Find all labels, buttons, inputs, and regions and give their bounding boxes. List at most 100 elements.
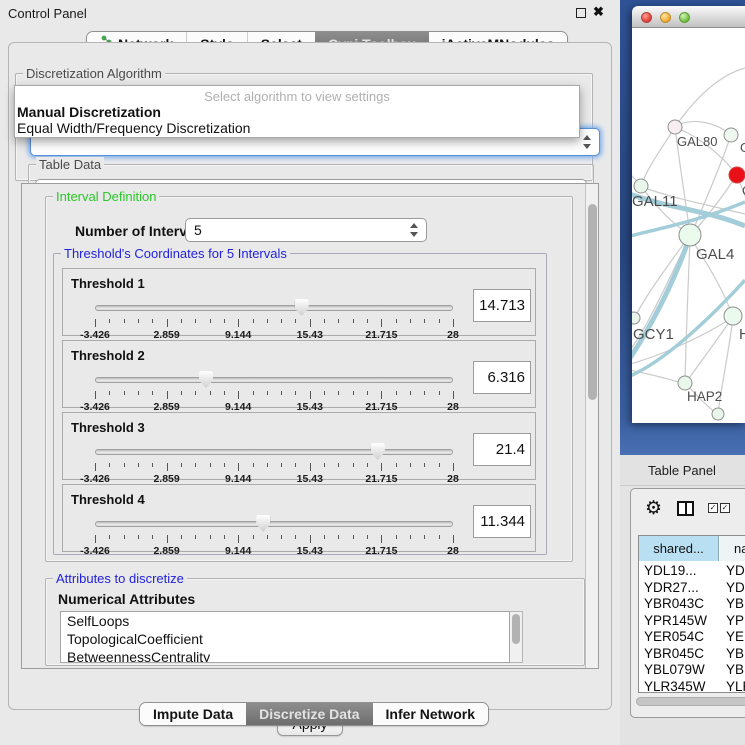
table-row[interactable]: YBR043CYBR0: [639, 596, 745, 613]
tab-discretize-data[interactable]: Discretize Data: [246, 703, 372, 725]
tick-mark: [396, 463, 397, 467]
column-selector-icon[interactable]: [677, 501, 694, 516]
table-panel: ⚙ ✓ ✓ shared... na YDL19...YDL1YDR27...Y…: [630, 488, 745, 718]
tick-mark: [281, 535, 282, 539]
tick-mark: [439, 463, 440, 467]
table-horizontal-scrollbar[interactable]: [636, 697, 745, 706]
close-traffic-light-icon[interactable]: [641, 12, 652, 23]
network-node-gal80[interactable]: [668, 120, 682, 134]
tick-mark: [324, 463, 325, 467]
network-node-hap2[interactable]: [678, 376, 692, 390]
table-row[interactable]: YLR345WYLR3: [639, 679, 745, 694]
network-edge[interactable]: [685, 239, 690, 382]
slider-thumb-icon[interactable]: [256, 515, 270, 532]
tick-mark: [281, 391, 282, 395]
table-row[interactable]: YBR045CYBR0: [639, 646, 745, 663]
slider-thumb-icon[interactable]: [371, 443, 385, 460]
threshold-slider[interactable]: -3.4262.8599.14415.4321.71528: [95, 515, 453, 549]
network-edge[interactable]: [675, 122, 731, 135]
threshold-slider[interactable]: -3.4262.8599.14415.4321.71528: [95, 371, 453, 405]
network-node-gal11[interactable]: [634, 179, 648, 193]
float-window-icon[interactable]: [576, 8, 586, 18]
network-node-h[interactable]: [724, 307, 742, 325]
checkbox-icon: ✓: [708, 503, 718, 513]
list-item[interactable]: BetweennessCentrality: [61, 648, 509, 663]
tab-infer-network[interactable]: Infer Network: [373, 703, 488, 725]
slider-ticks: [95, 319, 453, 327]
threshold-label: Threshold 3: [71, 420, 145, 435]
table-row[interactable]: YBL079WYBL0: [639, 662, 745, 679]
slider-track: [95, 305, 453, 311]
dropdown-item-equal-width-frequency[interactable]: Equal Width/Frequency Discretization: [15, 120, 579, 136]
tick-mark: [138, 463, 139, 467]
number-of-intervals-combo[interactable]: 5: [185, 218, 427, 242]
network-node-gal4[interactable]: [679, 224, 701, 246]
cell-name: YDR2: [726, 580, 745, 597]
threshold-value-field[interactable]: 6.316: [473, 361, 531, 394]
minimize-traffic-light-icon[interactable]: [660, 12, 671, 23]
tick-mark: [453, 535, 454, 543]
tick-mark: [381, 319, 382, 327]
threshold-value-field[interactable]: 14.713: [473, 289, 531, 322]
control-panel-titlebar: Control Panel ✖: [0, 0, 620, 26]
threshold-slider[interactable]: -3.4262.8599.14415.4321.71528: [95, 443, 453, 477]
list-item[interactable]: SelfLoops: [61, 612, 509, 630]
close-icon[interactable]: ✖: [593, 4, 604, 20]
network-canvas[interactable]: GAL80GACGAL11GAL4GCY1HHAP2: [632, 28, 745, 423]
threshold-value-field[interactable]: 21.4: [473, 433, 531, 466]
node-label: HAP2: [687, 389, 722, 404]
table-row[interactable]: YPR145WYPR1: [639, 613, 745, 630]
network-edge[interactable]: [692, 176, 736, 234]
list-item[interactable]: TopologicalCoefficient: [61, 630, 509, 648]
network-node-ga[interactable]: [724, 128, 738, 142]
tick-mark: [224, 463, 225, 467]
tick-mark: [210, 391, 211, 395]
scrollbar-thumb[interactable]: [588, 204, 597, 400]
group-title: Interval Definition: [53, 189, 159, 204]
network-edge[interactable]: [687, 318, 732, 381]
node-label: GAL80: [677, 134, 717, 149]
slider-ticks: [95, 535, 453, 543]
table-panel-title: Table Panel: [648, 463, 716, 478]
tab-label: Infer Network: [386, 706, 475, 722]
slider-thumb-icon[interactable]: [199, 371, 213, 388]
tick-mark: [95, 463, 96, 471]
list-scrollbar[interactable]: [510, 611, 523, 663]
column-header-name[interactable]: na: [720, 536, 745, 561]
tick-mark: [381, 535, 382, 543]
network-node-c[interactable]: [729, 167, 745, 183]
scrollbar-thumb[interactable]: [512, 614, 520, 644]
slider-thumb-icon[interactable]: [295, 299, 309, 316]
table-row[interactable]: YDR27...YDR2: [639, 580, 745, 597]
column-header-shared-name[interactable]: shared...: [639, 536, 719, 561]
network-node[interactable]: [712, 408, 724, 420]
tick-mark: [253, 319, 254, 323]
network-node-gcy1[interactable]: [632, 312, 640, 324]
tick-mark: [324, 319, 325, 323]
threshold-slider[interactable]: -3.4262.8599.14415.4321.71528: [95, 299, 453, 333]
dropdown-item-manual-discretization[interactable]: Manual Discretization: [15, 104, 579, 120]
slider-track: [95, 449, 453, 455]
tab-impute-data[interactable]: Impute Data: [140, 703, 246, 725]
panel-scrollbar[interactable]: [585, 184, 598, 668]
network-edge[interactable]: [641, 127, 675, 186]
intervals-value: 5: [194, 222, 202, 238]
row-checkboxes-icon[interactable]: ✓ ✓: [708, 503, 730, 513]
tick-label: 15.43: [297, 545, 323, 557]
cell-shared-name: YLR345W: [644, 679, 706, 694]
node-table[interactable]: shared... na YDL19...YDL1YDR27...YDR2YBR…: [638, 535, 745, 693]
table-row[interactable]: YDL19...YDL1: [639, 563, 745, 580]
tick-mark: [453, 391, 454, 399]
tick-mark: [424, 391, 425, 395]
interval-definition-group: Interval Definition Number of Intervals …: [45, 196, 573, 562]
tick-mark: [410, 535, 411, 539]
tick-mark: [410, 391, 411, 395]
threshold-value-field[interactable]: 11.344: [473, 505, 531, 538]
zoom-traffic-light-icon[interactable]: [679, 12, 690, 23]
network-edge[interactable]: [675, 68, 745, 127]
table-row[interactable]: YER054CYER0: [639, 629, 745, 646]
tick-mark: [381, 391, 382, 399]
numerical-attributes-list[interactable]: SelfLoopsTopologicalCoefficientBetweenne…: [60, 611, 510, 663]
threshold-box: Threshold 2-3.4262.8599.14415.4321.71528…: [62, 340, 536, 408]
settings-gear-icon[interactable]: ⚙: [645, 497, 662, 520]
